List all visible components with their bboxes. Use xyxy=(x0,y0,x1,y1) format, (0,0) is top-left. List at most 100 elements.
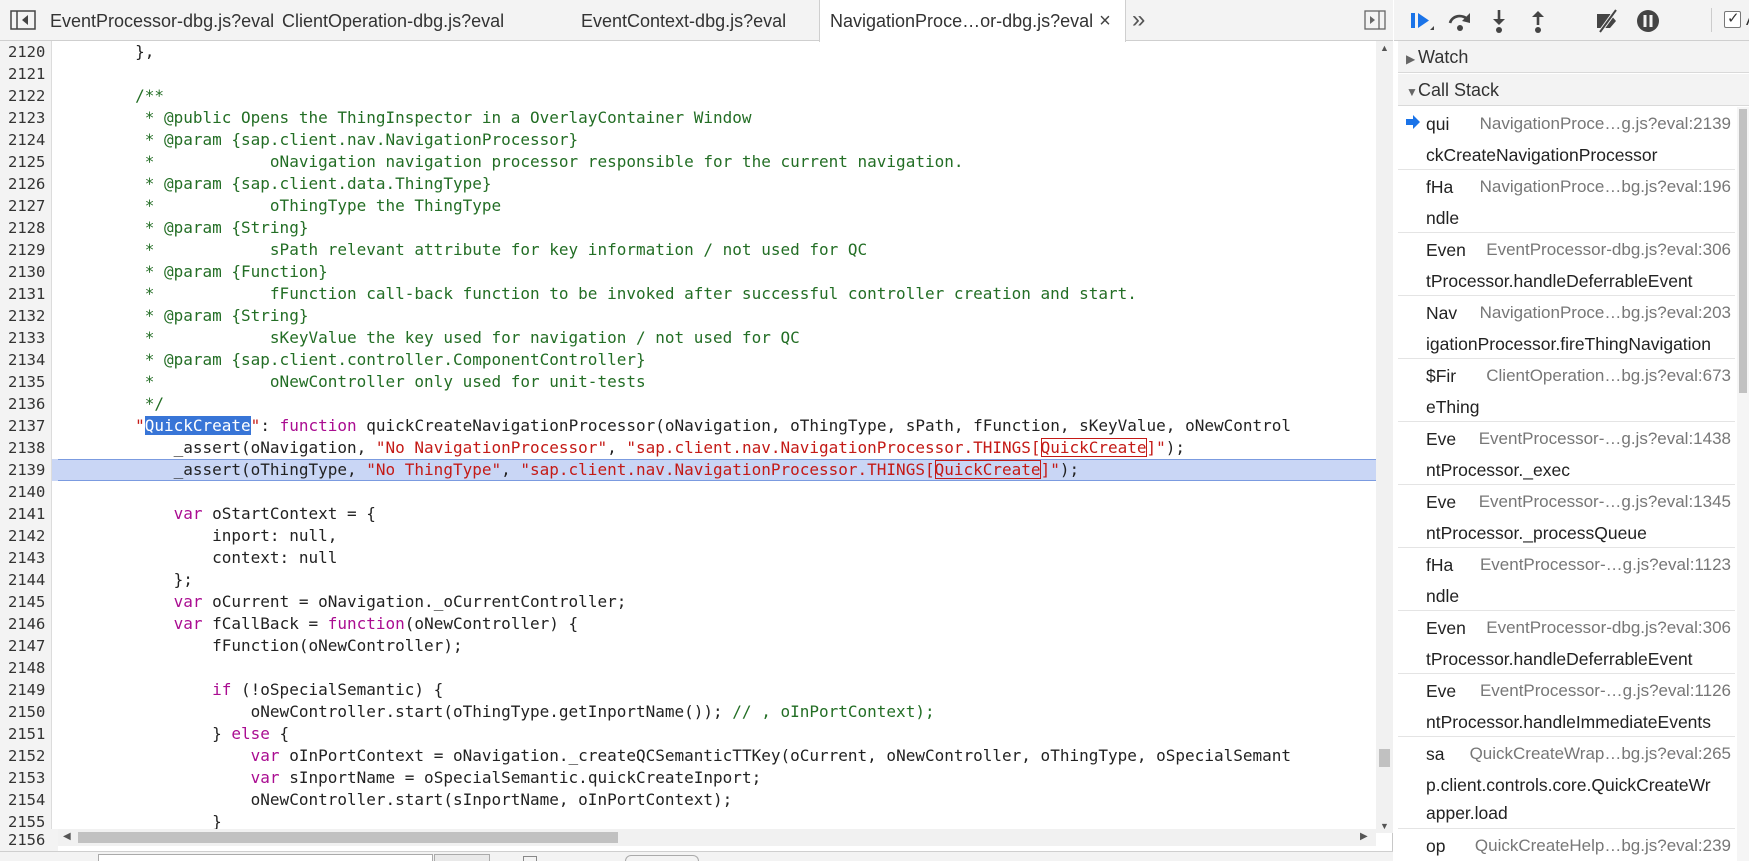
line-number[interactable]: 2120 xyxy=(0,41,52,63)
line-number[interactable]: 2144 xyxy=(0,569,52,591)
line-number[interactable]: 2137 xyxy=(0,415,52,437)
code-line[interactable]: 2127 * oThingType the ThingType xyxy=(0,195,1376,217)
code-line[interactable]: 2132 * @param {String} xyxy=(0,305,1376,327)
line-number[interactable]: 2131 xyxy=(0,283,52,305)
call-frame[interactable]: Eve EventProcessor-…g.js?eval:1438 ntProce… xyxy=(1398,422,1735,485)
line-number[interactable]: 2151 xyxy=(0,723,52,745)
code-line[interactable]: 2121 xyxy=(0,63,1376,85)
tab-navigation-processor[interactable]: NavigationProce…or-dbg.js?eval × xyxy=(819,0,1126,42)
horizontal-scrollbar[interactable]: ◀ ▶ xyxy=(58,829,1376,846)
more-tabs-icon[interactable]: » xyxy=(1132,6,1145,34)
line-number[interactable]: 2153 xyxy=(0,767,52,789)
line-number[interactable]: 2123 xyxy=(0,107,52,129)
code-line[interactable]: 2144 }; xyxy=(0,569,1376,591)
code-line[interactable]: 2147 fFunction(oNewController); xyxy=(0,635,1376,657)
line-number[interactable]: 2135 xyxy=(0,371,52,393)
code-view[interactable]: 2120 }, 2121 2122 /** 2123 * @public Opens … xyxy=(0,41,1376,833)
scrollbar-thumb[interactable] xyxy=(78,832,618,843)
step-out-icon[interactable] xyxy=(1524,8,1552,34)
code-line[interactable]: 2120 }, xyxy=(0,41,1376,63)
step-into-icon[interactable] xyxy=(1485,8,1513,34)
code-line[interactable]: 2133 * sKeyValue the key used for naviga… xyxy=(0,327,1376,349)
code-line[interactable]: 2143 context: null xyxy=(0,547,1376,569)
call-frame[interactable]: Eve EventProcessor-…g.js?eval:1126 ntProce… xyxy=(1398,674,1735,737)
line-number[interactable]: 2129 xyxy=(0,239,52,261)
code-line[interactable]: 2149 if (!oSpecialSemantic) { xyxy=(0,679,1376,701)
line-number[interactable]: 2148 xyxy=(0,657,52,679)
code-line[interactable]: 2130 * @param {Function} xyxy=(0,261,1376,283)
scroll-down-icon[interactable]: ▼ xyxy=(1380,821,1389,831)
line-number[interactable]: 2122 xyxy=(0,85,52,107)
code-line[interactable]: 2145 var oCurrent = oNavigation._oCurren… xyxy=(0,591,1376,613)
code-line[interactable]: 2142 inport: null, xyxy=(0,525,1376,547)
find-button[interactable] xyxy=(434,854,490,861)
call-stack-section-header[interactable]: ▼Call Stack xyxy=(1398,74,1749,106)
call-frame[interactable]: Eve EventProcessor-…g.js?eval:1345 ntProce… xyxy=(1398,485,1735,548)
call-frame[interactable]: sa QuickCreateWrap…bg.js?eval:265 p.client… xyxy=(1398,737,1735,829)
code-line[interactable]: 2136 */ xyxy=(0,393,1376,415)
scrollbar-thumb[interactable] xyxy=(1379,749,1390,767)
scroll-right-icon[interactable]: ▶ xyxy=(1360,831,1368,842)
deactivate-breakpoints-icon[interactable] xyxy=(1594,8,1622,34)
code-line[interactable]: 2151 } else { xyxy=(0,723,1376,745)
code-line[interactable]: 2138 _assert(oNavigation, "No Navigation… xyxy=(0,437,1376,459)
code-line[interactable]: 2135 * oNewController only used for unit… xyxy=(0,371,1376,393)
scrollbar-thumb[interactable] xyxy=(1739,109,1747,393)
call-frame[interactable]: Even EventProcessor-dbg.js?eval:306 tProce… xyxy=(1398,233,1735,296)
line-number[interactable]: 2143 xyxy=(0,547,52,569)
line-number[interactable]: 2121 xyxy=(0,63,52,85)
line-number[interactable]: 2149 xyxy=(0,679,52,701)
find-option-checkbox[interactable] xyxy=(523,856,537,861)
resume-icon[interactable] xyxy=(1408,8,1436,34)
async-checkbox[interactable] xyxy=(1724,9,1741,28)
tab-event-context[interactable]: EventContext-dbg.js?eval xyxy=(571,0,786,41)
scroll-left-icon[interactable]: ◀ xyxy=(63,831,71,842)
find-input[interactable] xyxy=(98,854,433,861)
line-number[interactable]: 2136 xyxy=(0,393,52,415)
watch-section-header[interactable]: ▶ Watch xyxy=(1398,41,1749,73)
vertical-scrollbar[interactable]: ▲ ▼ xyxy=(1376,41,1393,833)
code-line[interactable]: 2146 var fCallBack = function(oNewContro… xyxy=(0,613,1376,635)
code-line[interactable]: 2134 * @param {sap.client.controller.Com… xyxy=(0,349,1376,371)
line-number[interactable]: 2142 xyxy=(0,525,52,547)
line-number[interactable]: 2147 xyxy=(0,635,52,657)
line-number[interactable]: 2140 xyxy=(0,481,52,503)
tab-event-processor[interactable]: EventProcessor-dbg.js?eval xyxy=(40,0,274,41)
call-frame[interactable]: Nav NavigationProce…bg.js?eval:203 igation… xyxy=(1398,296,1735,359)
sidebar-toggle-icon[interactable] xyxy=(1364,10,1386,30)
line-number[interactable]: 2152 xyxy=(0,745,52,767)
call-stack-scrollbar[interactable] xyxy=(1737,107,1749,861)
code-line[interactable]: 2137 "QuickCreate": function quickCreate… xyxy=(0,415,1376,437)
line-number[interactable]: 2145 xyxy=(0,591,52,613)
line-number[interactable]: 2125 xyxy=(0,151,52,173)
line-number[interactable]: 2134 xyxy=(0,349,52,371)
code-line[interactable]: 2123 * @public Opens the ThingInspector … xyxy=(0,107,1376,129)
code-line[interactable]: 2124 * @param {sap.client.nav.Navigation… xyxy=(0,129,1376,151)
code-line[interactable]: 2154 oNewController.start(sInportName, o… xyxy=(0,789,1376,811)
code-line[interactable]: 2122 /** xyxy=(0,85,1376,107)
line-number[interactable]: 2133 xyxy=(0,327,52,349)
call-frame[interactable]: op QuickCreateHelp…bg.js?eval:239 xyxy=(1398,829,1735,861)
line-number[interactable]: 2130 xyxy=(0,261,52,283)
line-number[interactable]: 2126 xyxy=(0,173,52,195)
call-frame[interactable]: fHa EventProcessor-…g.js?eval:1123 ndle xyxy=(1398,548,1735,611)
pause-exceptions-icon[interactable] xyxy=(1634,8,1662,34)
step-over-icon[interactable] xyxy=(1446,8,1474,34)
line-number[interactable]: 2154 xyxy=(0,789,52,811)
tab-client-operation[interactable]: ClientOperation-dbg.js?eval xyxy=(272,0,504,41)
line-number[interactable]: 2146 xyxy=(0,613,52,635)
call-frame[interactable]: qui NavigationProce…g.js?eval:2139 ckCreat… xyxy=(1398,107,1735,170)
code-line[interactable]: 2150 oNewController.start(oThingType.get… xyxy=(0,701,1376,723)
code-line[interactable]: 2148 xyxy=(0,657,1376,679)
line-number[interactable]: 2127 xyxy=(0,195,52,217)
code-line[interactable]: 2153 var sInportName = oSpecialSemantic.… xyxy=(0,767,1376,789)
code-line[interactable]: 2131 * fFunction call-back function to b… xyxy=(0,283,1376,305)
call-frame[interactable]: Even EventProcessor-dbg.js?eval:306 tProce… xyxy=(1398,611,1735,674)
code-line[interactable]: 2125 * oNavigation navigation processor … xyxy=(0,151,1376,173)
call-frame[interactable]: $Fir ClientOperation…bg.js?eval:673 eThing xyxy=(1398,359,1735,422)
line-number[interactable]: 2128 xyxy=(0,217,52,239)
code-line[interactable]: 2152 var oInPortContext = oNavigation._c… xyxy=(0,745,1376,767)
line-number[interactable]: 2141 xyxy=(0,503,52,525)
call-frame[interactable]: fHa NavigationProce…bg.js?eval:196 ndle xyxy=(1398,170,1735,233)
code-line[interactable]: 2141 var oStartContext = { xyxy=(0,503,1376,525)
